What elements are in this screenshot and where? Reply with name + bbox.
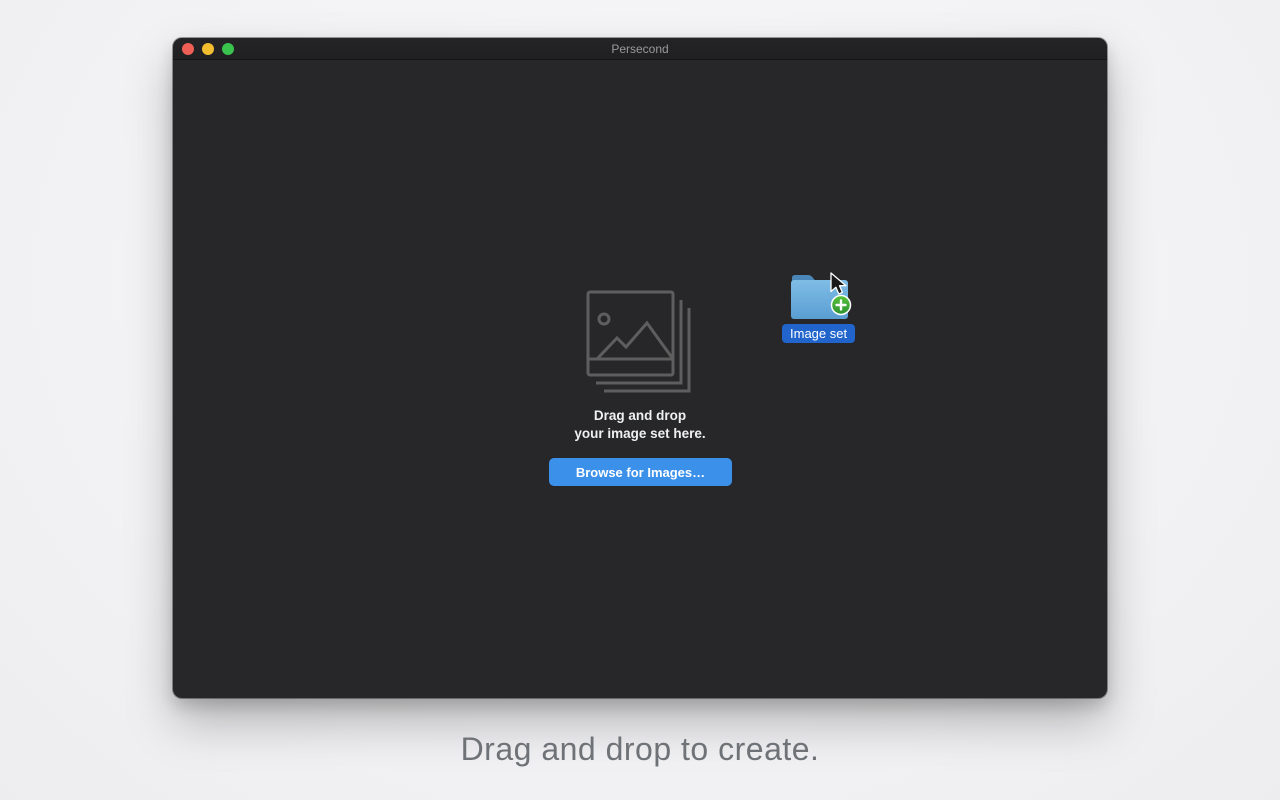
browse-for-images-button[interactable]: Browse for Images… — [549, 458, 732, 486]
page-caption: Drag and drop to create. — [0, 731, 1280, 768]
drop-instructions-line2: your image set here. — [173, 425, 1107, 443]
drag-item-label: Image set — [782, 324, 855, 343]
add-badge-icon — [832, 296, 851, 315]
image-stack-icon — [585, 289, 695, 397]
app-window: Persecond Drag and drop your image set h… — [173, 38, 1107, 698]
window-titlebar[interactable]: Persecond — [173, 38, 1107, 60]
drop-instructions: Drag and drop your image set here. — [173, 407, 1107, 443]
cursor-icon — [829, 272, 847, 296]
drop-instructions-line1: Drag and drop — [173, 407, 1107, 425]
window-title: Persecond — [173, 38, 1107, 60]
drag-item-image-set[interactable]: Image set — [773, 268, 873, 348]
image-dropzone[interactable]: Drag and drop your image set here. Brows… — [173, 60, 1107, 698]
